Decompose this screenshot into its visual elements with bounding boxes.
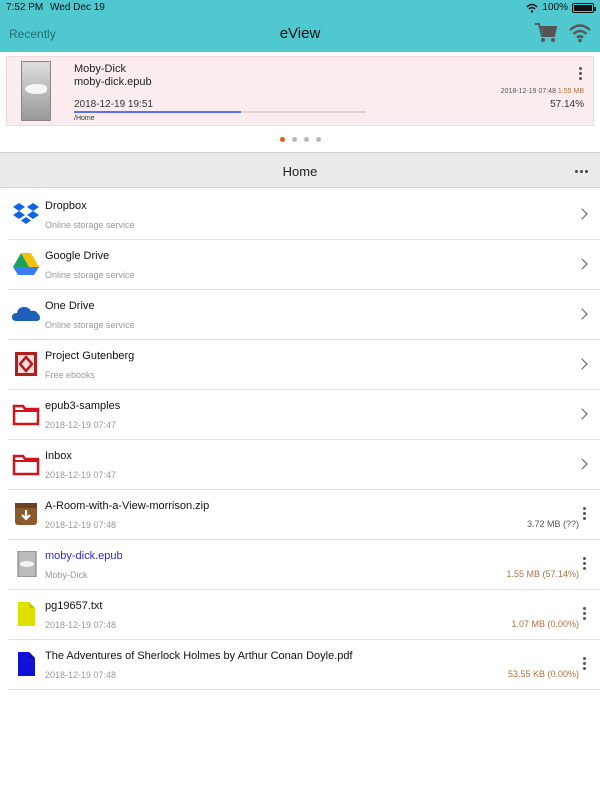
battery-percent: 100% bbox=[542, 2, 568, 13]
item-name: moby-dick.epub bbox=[45, 550, 123, 562]
page-dot[interactable] bbox=[315, 137, 321, 142]
item-size: 3.72 MB (??) bbox=[526, 519, 579, 529]
book-cover-thumbnail bbox=[21, 61, 51, 121]
pdf-file-icon bbox=[12, 651, 40, 677]
list-item[interactable]: Google Drive Online storage service bbox=[8, 240, 600, 290]
navigation-bar: Recently eView bbox=[0, 16, 600, 52]
more-options-icon[interactable] bbox=[579, 657, 589, 670]
item-size: 53.55 KB (0.00%) bbox=[507, 669, 579, 679]
nav-actions bbox=[534, 22, 592, 44]
item-subtitle: 2018-12-19 07:47 bbox=[45, 470, 117, 480]
onedrive-icon bbox=[12, 301, 40, 327]
section-more-icon[interactable] bbox=[575, 170, 588, 173]
more-options-icon[interactable] bbox=[575, 67, 585, 80]
file-list: Dropbox Online storage service Google Driv… bbox=[8, 190, 600, 690]
folder-icon bbox=[12, 451, 40, 477]
item-name: One Drive bbox=[45, 300, 95, 312]
recent-opened-date: 2018-12-19 19:51 bbox=[74, 99, 153, 110]
dropbox-icon bbox=[12, 201, 40, 227]
battery-icon bbox=[572, 2, 596, 13]
item-name: pg19657.txt bbox=[45, 600, 103, 612]
item-subtitle: 2018-12-19 07:48 bbox=[45, 520, 117, 530]
recent-book-card[interactable]: Moby-Dick moby-dick.epub 2018-12-19 19:5… bbox=[6, 56, 594, 126]
more-options-icon[interactable] bbox=[579, 507, 589, 520]
item-subtitle: Online storage service bbox=[45, 270, 135, 280]
item-name: Google Drive bbox=[45, 250, 110, 262]
item-subtitle: Online storage service bbox=[45, 220, 135, 230]
list-item[interactable]: The Adventures of Sherlock Holmes by Art… bbox=[8, 640, 600, 690]
item-subtitle: 2018-12-19 07:48 bbox=[45, 670, 117, 680]
list-item[interactable]: moby-dick.epub Moby-Dick 1.55 MB (57.14%) bbox=[8, 540, 600, 590]
chevron-right-icon[interactable] bbox=[576, 408, 588, 420]
list-item[interactable]: Inbox 2018-12-19 07:47 bbox=[8, 440, 600, 490]
item-size: 1.07 MB (0.00%) bbox=[511, 619, 579, 629]
text-file-icon bbox=[12, 601, 40, 627]
list-item[interactable]: epub3-samples 2018-12-19 07:47 bbox=[8, 390, 600, 440]
item-name: Project Gutenberg bbox=[45, 350, 135, 362]
gutenberg-icon bbox=[12, 351, 40, 377]
app-title: eView bbox=[279, 25, 321, 42]
item-name: Dropbox bbox=[45, 200, 87, 212]
chevron-right-icon[interactable] bbox=[576, 358, 588, 370]
recent-book-title: Moby-Dick bbox=[74, 63, 126, 75]
section-title: Home bbox=[282, 164, 318, 179]
item-subtitle: Online storage service bbox=[45, 320, 135, 330]
wifi-status-icon bbox=[526, 3, 538, 13]
list-item[interactable]: One Drive Online storage service bbox=[8, 290, 600, 340]
chevron-right-icon[interactable] bbox=[576, 208, 588, 220]
item-name: The Adventures of Sherlock Holmes by Art… bbox=[45, 650, 353, 662]
list-item[interactable]: Dropbox Online storage service bbox=[8, 190, 600, 240]
archive-icon bbox=[12, 501, 40, 527]
item-subtitle: Moby-Dick bbox=[45, 570, 88, 580]
list-item[interactable]: Project Gutenberg Free ebooks bbox=[8, 340, 600, 390]
page-dot[interactable] bbox=[291, 137, 297, 142]
folder-icon bbox=[12, 401, 40, 427]
status-bar: 7:52 PM Wed Dec 19 100% bbox=[0, 0, 600, 16]
cart-icon[interactable] bbox=[534, 22, 558, 44]
recent-book-meta: 2018-12-19 07:48 1.55 MB bbox=[501, 88, 584, 95]
google-drive-icon bbox=[12, 251, 40, 277]
item-subtitle: 2018-12-19 07:48 bbox=[45, 620, 117, 630]
status-right: 100% bbox=[526, 2, 596, 13]
wifi-icon[interactable] bbox=[568, 23, 592, 43]
reading-progress-bar bbox=[74, 111, 366, 113]
page-dot[interactable] bbox=[303, 137, 309, 142]
recent-book-file: moby-dick.epub bbox=[74, 76, 152, 88]
chevron-right-icon[interactable] bbox=[576, 308, 588, 320]
recent-meta-date: 2018-12-19 07:48 bbox=[500, 88, 556, 95]
list-item[interactable]: A-Room-with-a-View-morrison.zip 2018-12-1… bbox=[8, 490, 600, 540]
item-name: Inbox bbox=[45, 450, 72, 462]
recent-meta-size: 1.55 MB bbox=[557, 88, 584, 95]
list-item[interactable]: pg19657.txt 2018-12-19 07:48 1.07 MB (0.00… bbox=[8, 590, 600, 640]
item-name: epub3-samples bbox=[45, 400, 121, 412]
book-cover-icon bbox=[12, 550, 40, 578]
item-subtitle: Free ebooks bbox=[45, 370, 96, 380]
status-date: Wed Dec 19 bbox=[50, 2, 105, 13]
item-name: A-Room-with-a-View-morrison.zip bbox=[45, 500, 210, 512]
recent-percent: 57.14% bbox=[550, 99, 584, 110]
page-indicator[interactable] bbox=[0, 137, 600, 142]
page-dot[interactable] bbox=[279, 137, 285, 142]
more-options-icon[interactable] bbox=[579, 607, 589, 620]
section-header: Home bbox=[0, 152, 600, 188]
status-time: 7:52 PM bbox=[6, 2, 44, 13]
more-options-icon[interactable] bbox=[579, 557, 589, 570]
item-size: 1.55 MB (57.14%) bbox=[506, 569, 579, 579]
chevron-right-icon[interactable] bbox=[576, 458, 588, 470]
recent-book-path: /Home bbox=[74, 115, 95, 122]
item-subtitle: 2018-12-19 07:47 bbox=[45, 420, 117, 430]
chevron-right-icon[interactable] bbox=[576, 258, 588, 270]
